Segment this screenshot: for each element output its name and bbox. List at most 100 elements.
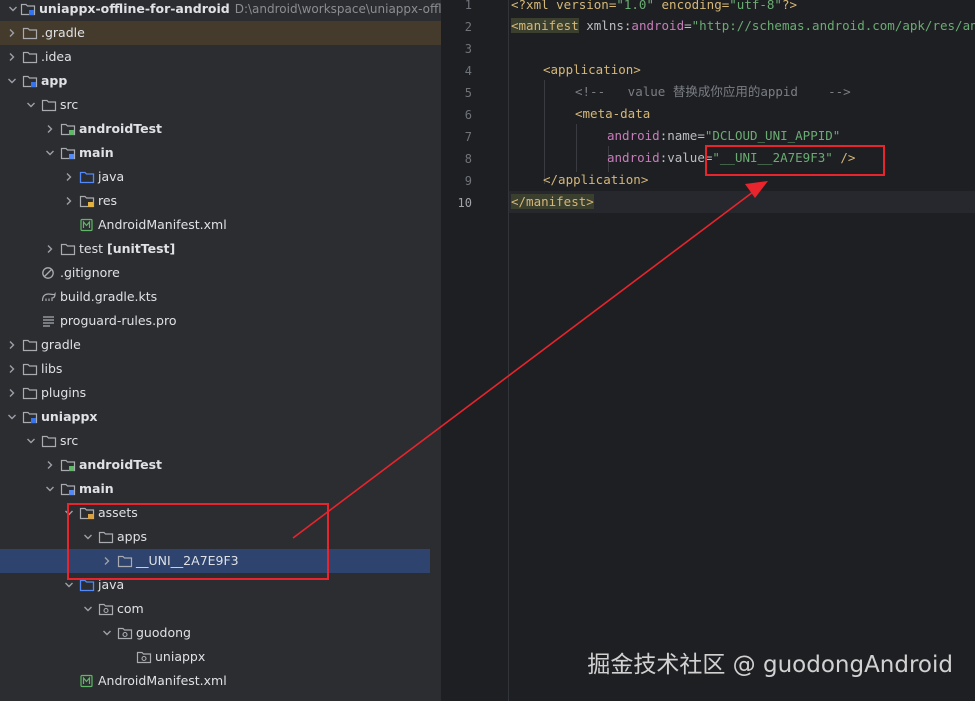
tree-item[interactable]: main [0,477,441,501]
tree-item-label: build.gradle.kts [60,289,158,304]
code-line-9[interactable]: </application> [543,169,648,191]
tree-item[interactable]: .gradle [0,21,441,45]
tree-item[interactable]: plugins [0,381,441,405]
tree-item[interactable]: androidTest [0,453,441,477]
chevron-right-icon[interactable] [7,50,17,64]
source-folder-icon [79,170,95,184]
tree-item-label: test [79,241,104,256]
folder-icon [60,242,76,256]
folder-icon [22,362,38,376]
tree-item-label: guodong [136,625,191,640]
tree-item[interactable]: uniappx [0,405,441,429]
watermark-text: 掘金技术社区 @ guodongAndroid [587,652,953,678]
tree-item[interactable]: proguard-rules.pro [0,309,441,333]
tree-item-label: uniappx [155,649,206,664]
project-tree-panel[interactable]: uniappx-offline-for-android D:\android\wo… [0,0,441,701]
code-line-6[interactable]: <meta-data [575,103,650,125]
tree-item-label: libs [41,361,63,376]
code-editor[interactable]: 1 2 3 4 5 6 7 8 9 10 <?xml version="1.0" encoding… [442,0,975,701]
chevron-right-icon[interactable] [64,170,74,184]
tree-item-label: res [98,193,118,208]
tree-item[interactable]: main [0,141,441,165]
code-line-7[interactable]: android:name="DCLOUD_UNI_APPID" [607,125,840,147]
tree-item[interactable]: src [0,429,441,453]
tree-root-name: uniappx-offline-for-android [39,1,230,16]
code-line-1[interactable]: <?xml version="1.0" encoding="utf-8"?> [511,0,797,16]
chevron-right-icon[interactable] [45,242,55,256]
tree-item-label: androidTest [79,457,163,472]
package-icon [117,626,133,640]
test-folder-icon [60,122,76,136]
chevron-down-icon[interactable] [45,482,55,496]
folder-icon [22,26,38,40]
tree-item[interactable]: gradle [0,333,441,357]
code-line-2[interactable]: <manifest xmlns:android="http://schemas.… [511,15,975,37]
tree-item[interactable]: uniappx [0,645,441,669]
tree-item-label: .gitignore [60,265,120,280]
line-number: 3 [464,42,472,56]
chevron-down-icon[interactable] [7,74,17,88]
chevron-down-icon[interactable] [26,434,36,448]
tree-item[interactable]: src [0,93,441,117]
tree-item[interactable]: guodong [0,621,441,645]
tree-item[interactable]: .gitignore [0,261,441,285]
chevron-right-icon[interactable] [7,338,17,352]
chevron-down-icon[interactable] [102,626,112,640]
source-set-folder-icon [60,482,76,496]
chevron-down-icon[interactable] [45,146,55,160]
tree-item-label: gradle [41,337,81,352]
tree-item[interactable]: .idea [0,45,441,69]
line-number: 7 [464,130,472,144]
code-line-10[interactable]: </manifest> [511,191,594,213]
text-file-icon [41,314,57,328]
chevron-right-icon[interactable] [64,194,74,208]
tree-root-path: D:\android\workspace\uniappx-offline [234,2,441,16]
tree-item[interactable]: test [unitTest] [0,237,441,261]
chevron-right-icon[interactable] [45,122,55,136]
folder-icon [41,434,57,448]
manifest-file-icon [79,218,95,232]
tree-root-row[interactable]: uniappx-offline-for-android D:\android\wo… [0,0,441,21]
line-number: 1 [464,0,472,12]
tree-item-label: com [117,601,144,616]
tree-item[interactable]: build.gradle.kts [0,285,441,309]
chevron-down-icon[interactable] [83,602,93,616]
chevron-down-icon[interactable] [8,2,18,16]
chevron-right-icon[interactable] [7,26,17,40]
tree-item[interactable]: app [0,69,441,93]
tree-item-label: main [79,481,114,496]
chevron-right-icon[interactable] [45,458,55,472]
tree-item[interactable]: AndroidManifest.xml [0,213,441,237]
gradle-file-icon [41,290,57,304]
appid-highlight-box [705,145,885,176]
chevron-down-icon[interactable] [26,98,36,112]
code-line-5[interactable]: <!-- value 替换成你应用的appid --> [575,81,851,103]
folder-icon [22,50,38,64]
manifest-file-icon [79,674,95,688]
indent-guide [576,124,577,172]
tree-item-label: main [79,145,114,160]
tree-item[interactable]: libs [0,357,441,381]
chevron-down-icon[interactable] [7,410,17,424]
line-number: 10 [457,196,472,210]
tree-item[interactable]: java [0,165,441,189]
tree-item[interactable]: com [0,597,441,621]
code-line-4[interactable]: <application> [543,59,641,81]
chevron-right-icon[interactable] [7,386,17,400]
line-number: 6 [464,108,472,122]
gitignore-file-icon [41,266,57,280]
package-icon [136,650,152,664]
tree-item-label: uniappx [41,409,98,424]
line-number: 5 [464,86,472,100]
source-folder-icon [79,578,95,592]
folder-icon [22,338,38,352]
chevron-right-icon[interactable] [7,362,17,376]
tree-item-label: src [60,433,79,448]
tree-item[interactable]: AndroidManifest.xml [0,669,441,693]
tree-item-label: AndroidManifest.xml [98,217,227,232]
tree-item-label: .idea [41,49,72,64]
test-folder-icon [60,458,76,472]
tree-item[interactable]: res [0,189,441,213]
tree-item[interactable]: androidTest [0,117,441,141]
chevron-down-icon[interactable] [64,578,74,592]
